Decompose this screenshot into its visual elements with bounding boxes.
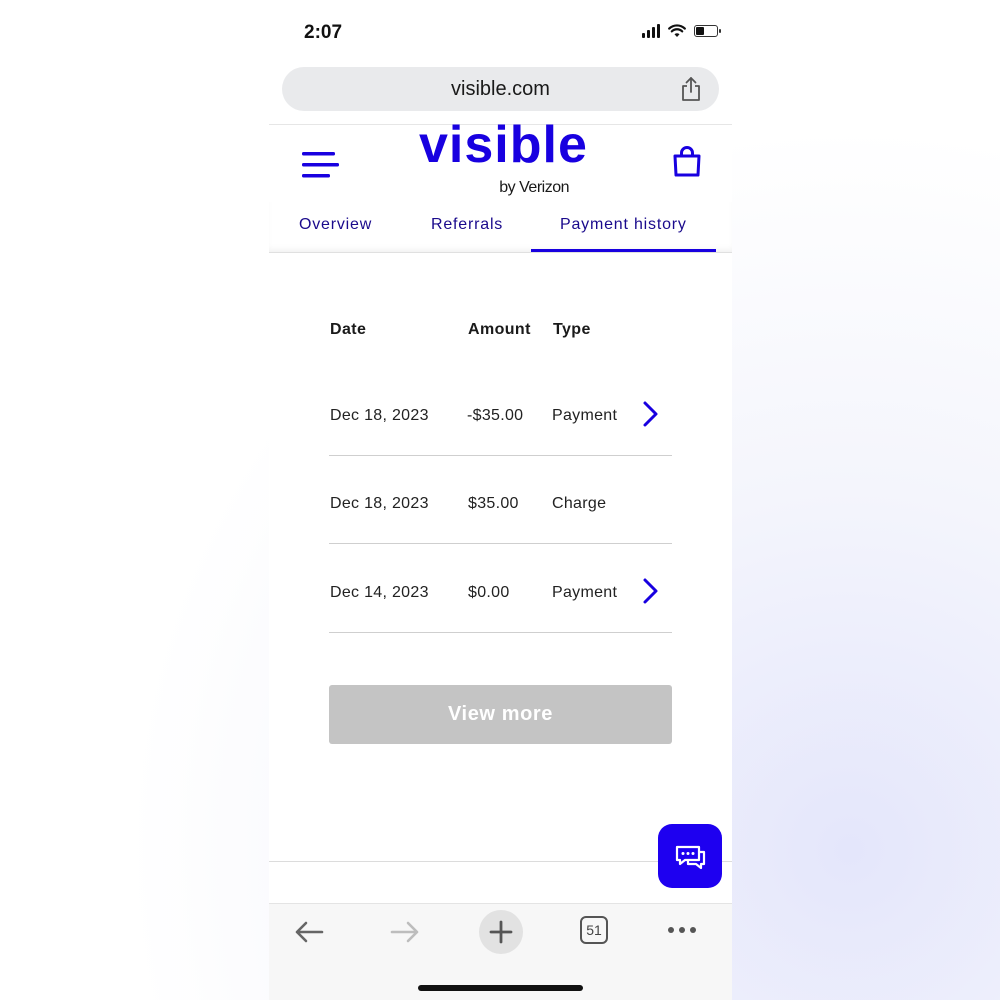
battery-fill xyxy=(696,27,704,35)
chevron-right-icon[interactable] xyxy=(641,400,661,428)
more-options-icon[interactable] xyxy=(667,926,699,934)
battery-icon xyxy=(694,25,721,37)
table-row[interactable]: Dec 18, 2023 -$35.00 Payment xyxy=(329,368,672,456)
row-divider xyxy=(329,543,672,544)
row-date: Dec 18, 2023 xyxy=(330,495,429,512)
row-divider xyxy=(329,632,672,633)
account-tabs: Overview Referrals Payment history xyxy=(269,202,732,253)
chat-support-button[interactable] xyxy=(658,824,722,888)
tab-count-icon[interactable]: 51 xyxy=(580,916,608,944)
view-more-button[interactable]: View more xyxy=(329,685,672,744)
back-arrow-icon[interactable] xyxy=(293,918,325,946)
row-type: Payment xyxy=(552,584,618,601)
active-tab-indicator xyxy=(531,249,716,252)
forward-arrow-icon[interactable] xyxy=(389,918,421,946)
shopping-bag-icon[interactable] xyxy=(671,145,703,177)
column-header-type: Type xyxy=(553,321,591,338)
browser-toolbar: 51 xyxy=(269,903,732,1000)
tab-overview[interactable]: Overview xyxy=(299,216,372,234)
wifi-icon xyxy=(668,24,686,37)
table-row[interactable]: Dec 14, 2023 $0.00 Payment xyxy=(329,545,672,633)
row-amount: $0.00 xyxy=(468,584,510,601)
home-indicator xyxy=(418,985,583,991)
chat-bubbles-icon xyxy=(675,845,706,870)
row-amount: -$35.00 xyxy=(467,407,524,424)
row-type: Charge xyxy=(552,495,607,512)
logo-byline: by Verizon xyxy=(499,179,569,196)
status-time: 2:07 xyxy=(304,22,343,43)
share-icon[interactable] xyxy=(679,76,703,102)
column-header-amount: Amount xyxy=(468,321,531,338)
tab-referrals[interactable]: Referrals xyxy=(431,216,503,234)
site-header: visible by Verizon xyxy=(269,119,732,203)
visible-logo[interactable]: visible by Verizon xyxy=(419,119,587,199)
chevron-right-icon[interactable] xyxy=(641,577,661,605)
status-icons xyxy=(642,24,721,38)
row-date: Dec 18, 2023 xyxy=(330,407,429,424)
column-header-date: Date xyxy=(330,321,367,338)
phone-screen: 2:07 visible.com visible by Verizon Over… xyxy=(269,0,732,1000)
tab-payment-history[interactable]: Payment history xyxy=(560,216,687,234)
new-tab-plus-icon[interactable] xyxy=(478,909,524,955)
table-row: Dec 18, 2023 $35.00 Charge xyxy=(329,456,672,544)
cellular-signal-icon xyxy=(642,24,660,38)
url-text: visible.com xyxy=(451,78,550,100)
row-type: Payment xyxy=(552,407,618,424)
logo-wordmark: visible xyxy=(419,116,588,174)
row-amount: $35.00 xyxy=(468,495,519,512)
row-date: Dec 14, 2023 xyxy=(330,584,429,601)
hamburger-menu-icon[interactable] xyxy=(302,151,339,179)
address-bar[interactable]: visible.com xyxy=(282,67,719,111)
